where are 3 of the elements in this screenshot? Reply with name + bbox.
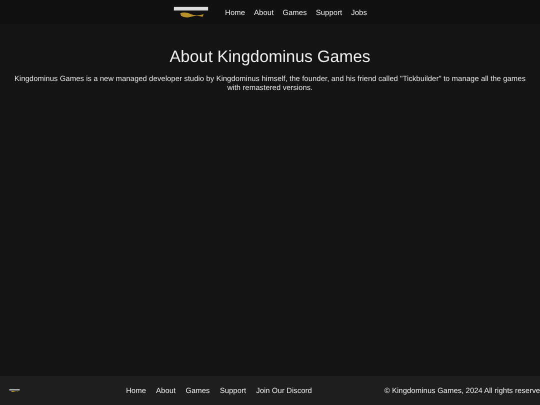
page-title: About Kingdominus Games	[170, 48, 370, 67]
logo-icon[interactable]	[9, 388, 20, 392]
logo-icon[interactable]	[173, 6, 210, 18]
